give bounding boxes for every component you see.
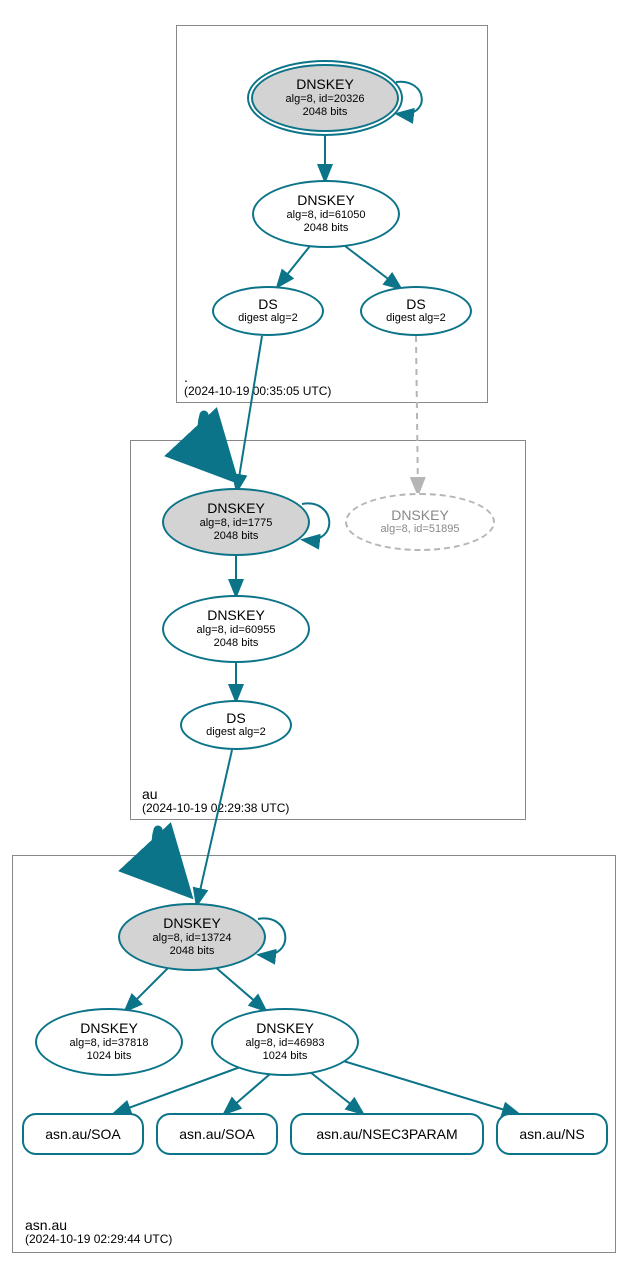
node-root-ds2: DS digest alg=2	[360, 286, 472, 336]
node-detail: alg=8, id=46983	[246, 1037, 325, 1050]
node-root-ksk: DNSKEY alg=8, id=20326 2048 bits	[247, 60, 403, 136]
node-type: DS	[406, 297, 425, 312]
node-bits: 2048 bits	[214, 530, 259, 543]
node-asn-zsk2: DNSKEY alg=8, id=46983 1024 bits	[211, 1008, 359, 1076]
node-au-ds: DS digest alg=2	[180, 700, 292, 750]
node-type: DNSKEY	[163, 916, 221, 931]
rrset-soa1: asn.au/SOA	[22, 1113, 144, 1155]
node-detail: digest alg=2	[206, 726, 266, 739]
rrset-soa2: asn.au/SOA	[156, 1113, 278, 1155]
node-asn-zsk1: DNSKEY alg=8, id=37818 1024 bits	[35, 1008, 183, 1076]
node-bits: 2048 bits	[170, 945, 215, 958]
node-bits: 2048 bits	[214, 637, 259, 650]
node-bits: 1024 bits	[87, 1050, 132, 1063]
node-detail: digest alg=2	[386, 312, 446, 325]
node-root-zsk: DNSKEY alg=8, id=61050 2048 bits	[252, 180, 400, 248]
node-type: DS	[226, 711, 245, 726]
node-detail: alg=8, id=13724	[153, 932, 232, 945]
node-detail: alg=8, id=20326	[286, 93, 365, 106]
node-bits: 1024 bits	[263, 1050, 308, 1063]
node-detail: alg=8, id=1775	[200, 517, 273, 530]
node-type: DNSKEY	[256, 1021, 314, 1036]
rrset-ns: asn.au/NS	[496, 1113, 608, 1155]
node-type: DNSKEY	[297, 193, 355, 208]
node-bits: 2048 bits	[304, 222, 349, 235]
node-au-zsk: DNSKEY alg=8, id=60955 2048 bits	[162, 595, 310, 663]
node-type: DS	[258, 297, 277, 312]
node-au-ksk: DNSKEY alg=8, id=1775 2048 bits	[162, 488, 310, 556]
node-au-prekey: DNSKEY alg=8, id=51895	[345, 493, 495, 551]
node-type: DNSKEY	[80, 1021, 138, 1036]
node-type: DNSKEY	[296, 77, 354, 92]
rrset-nsec3: asn.au/NSEC3PARAM	[290, 1113, 484, 1155]
node-bits: 2048 bits	[303, 106, 348, 119]
node-type: DNSKEY	[207, 608, 265, 623]
node-detail: alg=8, id=61050	[287, 209, 366, 222]
node-detail: alg=8, id=51895	[381, 523, 460, 536]
node-type: DNSKEY	[391, 508, 449, 523]
node-detail: alg=8, id=60955	[197, 624, 276, 637]
node-detail: digest alg=2	[238, 312, 298, 325]
node-root-ds1: DS digest alg=2	[212, 286, 324, 336]
node-type: DNSKEY	[207, 501, 265, 516]
node-detail: alg=8, id=37818	[70, 1037, 149, 1050]
node-asn-ksk: DNSKEY alg=8, id=13724 2048 bits	[118, 903, 266, 971]
